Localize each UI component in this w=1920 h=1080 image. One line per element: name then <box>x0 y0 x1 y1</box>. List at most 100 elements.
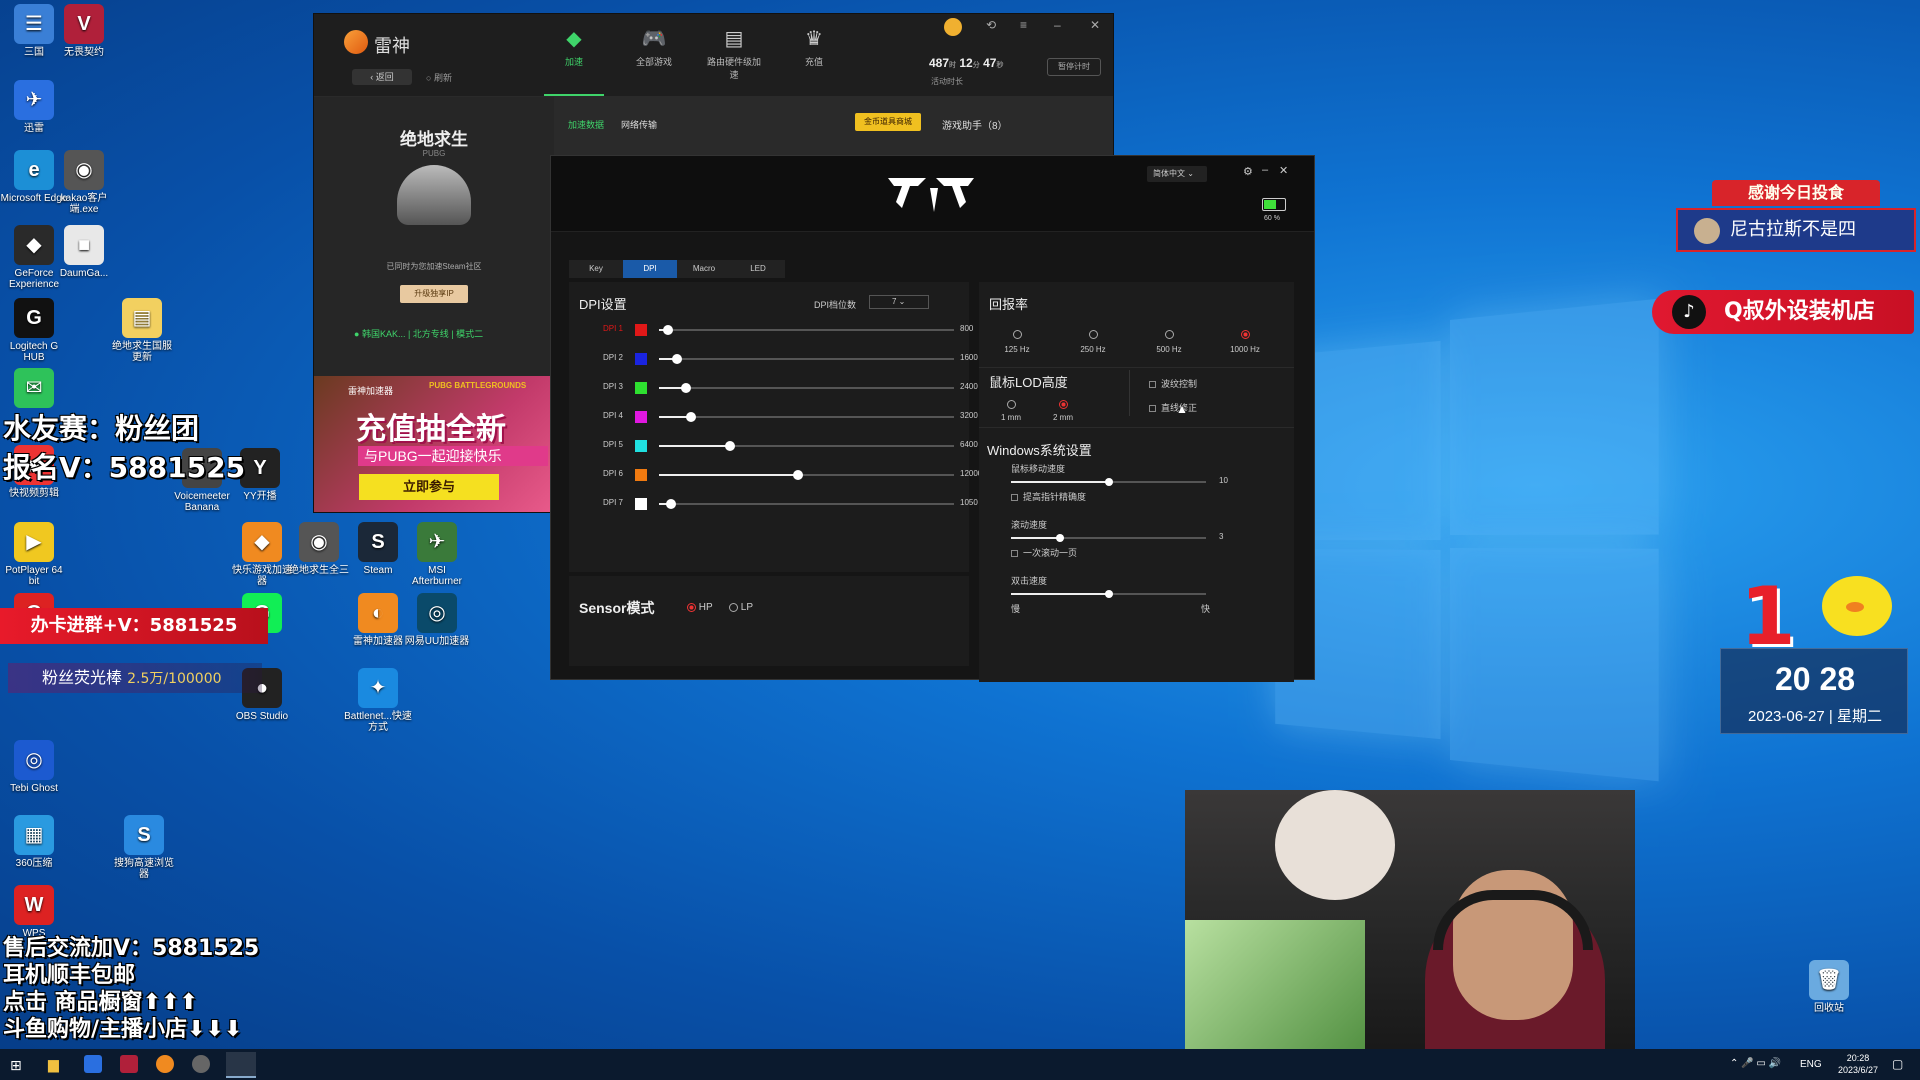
tab-dpi[interactable]: DPI <box>623 260 677 278</box>
desktop-icon[interactable]: ✦ Battlenet...快速方式 <box>344 668 412 733</box>
tf-taskbar-icon[interactable] <box>226 1052 256 1078</box>
desktop-icon[interactable]: S 搜狗高速浏览器 <box>110 815 178 880</box>
dpi-slider[interactable] <box>659 412 954 422</box>
polling-option[interactable]: 500 Hz <box>1139 330 1199 354</box>
pause-timer-button[interactable]: 暂停计时 <box>1047 58 1101 76</box>
menu-icon[interactable]: ≡ <box>1020 18 1027 32</box>
lod-option[interactable]: 1 mm <box>991 400 1031 422</box>
xunlei-taskbar-icon[interactable] <box>84 1055 102 1073</box>
dpi-slider[interactable] <box>659 354 954 364</box>
dpi-slider[interactable] <box>659 499 954 509</box>
dpi-color-swatch[interactable] <box>635 411 647 423</box>
slider-handle[interactable] <box>680 383 691 393</box>
polling-option[interactable]: 125 Hz <box>987 330 1047 354</box>
tab-acceleration-data[interactable]: 加速数据 <box>568 118 604 131</box>
dpi-levels-select[interactable]: 7 ⌄ <box>869 295 929 309</box>
dpi-row: DPI 7 1050 <box>569 496 978 512</box>
polling-option[interactable]: 1000 Hz <box>1215 330 1275 354</box>
slider-handle[interactable] <box>724 441 735 451</box>
promo-banner[interactable]: 雷神加速器 PUBG BATTLEGROUNDS 充值抽全新 与PUBG一起迎接… <box>314 376 551 512</box>
close-icon[interactable]: ✕ <box>1279 164 1288 177</box>
dpi-color-swatch[interactable] <box>635 353 647 365</box>
desktop-icon[interactable]: ▶ PotPlayer 64 bit <box>0 522 68 587</box>
scroll-speed-slider[interactable] <box>1011 534 1206 542</box>
leishen-taskbar-icon[interactable] <box>156 1055 174 1073</box>
avatar[interactable] <box>944 18 962 36</box>
taskbar-clock[interactable]: 20:28 2023/6/27 <box>1828 1052 1888 1076</box>
desktop-icon[interactable]: ✈ MSI Afterburner <box>403 522 471 587</box>
dpi-color-swatch[interactable] <box>635 440 647 452</box>
dpi-color-swatch[interactable] <box>635 498 647 510</box>
desktop-icon[interactable]: 🗑 回收站 <box>1795 960 1863 1014</box>
tab-macro[interactable]: Macro <box>677 260 731 278</box>
desktop-icon[interactable]: ◎ 网易UU加速器 <box>403 593 471 647</box>
slider-handle[interactable] <box>671 354 682 364</box>
dpi-color-swatch[interactable] <box>635 382 647 394</box>
desktop-icon[interactable]: S Steam <box>344 522 412 576</box>
desktop-icon[interactable]: ◎ Tebi Ghost <box>0 740 68 794</box>
start-icon[interactable]: ⊞ <box>10 1057 22 1074</box>
desktop-icon[interactable]: ◐ 雷神加速器 <box>344 593 412 647</box>
tray-icons[interactable]: ⌃ 🎤 ▭ 🔊 <box>1730 1058 1781 1069</box>
polling-option[interactable]: 250 Hz <box>1063 330 1123 354</box>
desktop-icon[interactable]: ✈ 迅雷 <box>0 80 68 134</box>
refresh-button[interactable]: ○ 刷新 <box>426 71 452 84</box>
desktop-icon[interactable]: G Logitech G HUB <box>0 298 68 363</box>
desktop-icon[interactable]: V 无畏契约 <box>50 4 118 58</box>
notification-icon[interactable]: ▢ <box>1892 1057 1903 1071</box>
pointer-speed-slider[interactable] <box>1011 478 1206 486</box>
desktop-icon[interactable]: ▦ 360压缩 <box>0 815 68 869</box>
language-select[interactable]: 简体中文 ⌄ <box>1147 166 1207 182</box>
dpi-slider[interactable] <box>659 325 954 335</box>
precision-checkbox[interactable]: 提高指针精确度 <box>1011 490 1086 503</box>
slider-handle[interactable] <box>1104 590 1113 598</box>
slider-handle[interactable] <box>1104 478 1113 486</box>
desktop-icon[interactable]: ◉ kakao客户端.exe <box>50 150 118 215</box>
back-button[interactable]: ‹ 返回 <box>352 69 412 85</box>
close-icon[interactable]: ✕ <box>1090 18 1100 32</box>
gold-shop-button[interactable]: 金币道具商城 <box>855 113 921 131</box>
file-explorer-icon[interactable]: ▆ <box>48 1056 59 1073</box>
ripple-control-checkbox[interactable]: 波纹控制 <box>1149 377 1197 390</box>
slider-handle[interactable] <box>665 499 676 509</box>
game-taskbar-icon[interactable] <box>120 1055 138 1073</box>
language-indicator[interactable]: ENG <box>1800 1059 1822 1070</box>
tab-router[interactable]: ▤ 路由硬件级加速 <box>704 26 764 81</box>
desktop-icon[interactable]: ◉ 绝地求生全三 <box>285 522 353 576</box>
dpi-slider[interactable] <box>659 470 954 480</box>
tab-led[interactable]: LED <box>731 260 785 278</box>
dpi-row: DPI 3 2400 <box>569 380 978 396</box>
gear-icon[interactable]: ⚙ <box>1243 165 1253 178</box>
support-icon[interactable]: ⟲ <box>986 18 996 32</box>
one-page-checkbox[interactable]: 一次滚动一页 <box>1011 546 1077 559</box>
dpi-color-swatch[interactable] <box>635 324 647 336</box>
dpi-slider[interactable] <box>659 441 954 451</box>
pubg-taskbar-icon[interactable] <box>192 1055 210 1073</box>
dpi-slider[interactable] <box>659 383 954 393</box>
sensor-hp-option[interactable]: HP <box>687 602 713 613</box>
desktop-icon[interactable]: ▤ 绝地求生国服更新 <box>108 298 176 363</box>
angle-snap-checkbox[interactable]: 直线修正 <box>1149 401 1197 414</box>
tab-accelerate[interactable]: ◆ 加速 <box>544 26 604 96</box>
slider-handle[interactable] <box>686 412 697 422</box>
minimize-icon[interactable]: – <box>1262 164 1268 176</box>
tab-all-games[interactable]: 🎮 全部游戏 <box>624 26 684 68</box>
slider-handle[interactable] <box>662 325 673 335</box>
double-click-slider[interactable] <box>1011 590 1206 598</box>
tab-recharge[interactable]: ♛ 充值 <box>784 26 844 68</box>
sensor-lp-option[interactable]: LP <box>729 602 753 613</box>
tab-network-transfer[interactable]: 网络传输 <box>621 118 657 131</box>
tab-key[interactable]: Key <box>569 260 623 278</box>
slider-handle[interactable] <box>1055 534 1064 542</box>
slider-handle[interactable] <box>792 470 803 480</box>
lod-option[interactable]: 2 mm <box>1043 400 1083 422</box>
dpi-value: 1600 <box>960 353 978 362</box>
desktop-icon[interactable]: ■ DaumGa... <box>50 225 118 279</box>
minimize-icon[interactable]: – <box>1054 18 1061 32</box>
desktop-icon[interactable]: ✉ <box>0 368 68 411</box>
game-helper-button[interactable]: 游戏助手（8） <box>942 117 1008 132</box>
banner-cta-button[interactable]: 立即参与 <box>359 474 499 500</box>
upgrade-ip-button[interactable]: 升级独享IP <box>400 285 468 303</box>
route-info[interactable]: ● 韩国KAK... | 北方专线 | 模式二 <box>354 327 483 340</box>
dpi-color-swatch[interactable] <box>635 469 647 481</box>
